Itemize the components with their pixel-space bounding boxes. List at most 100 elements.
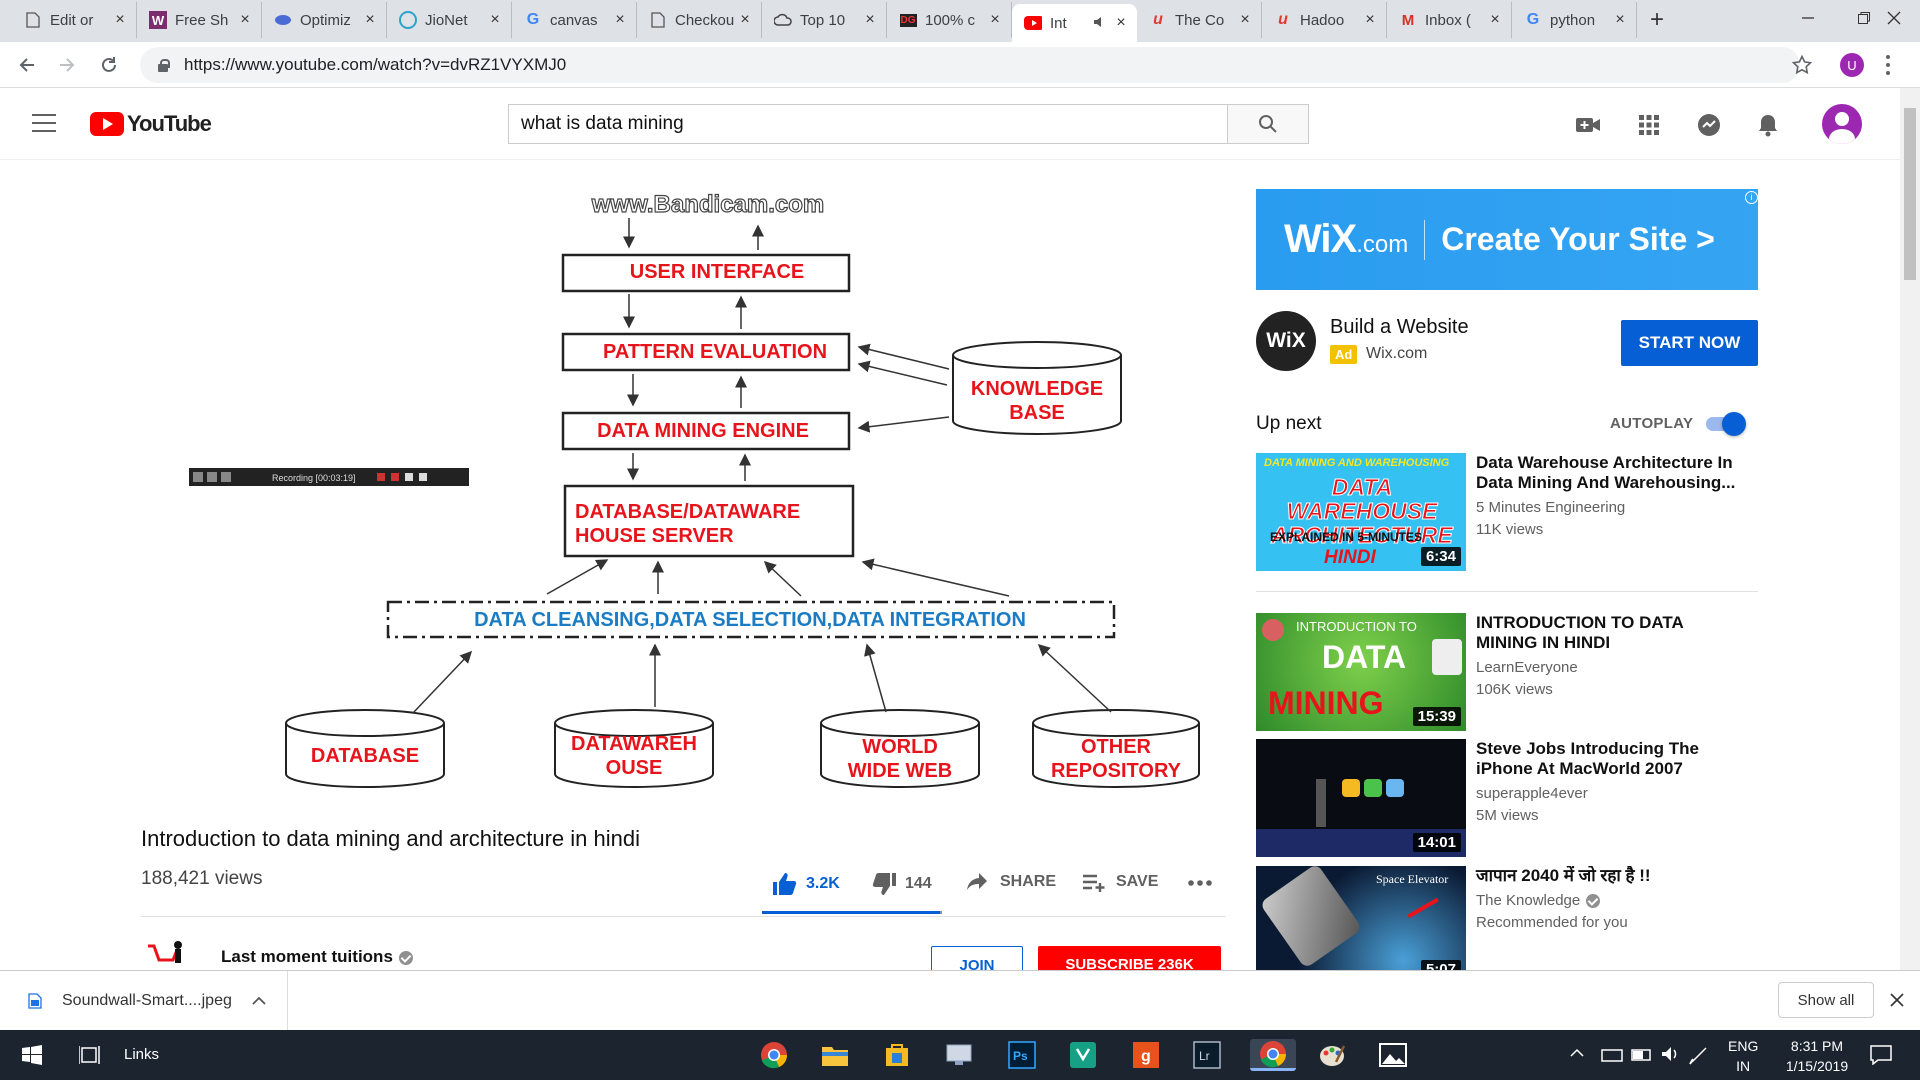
browser-tab[interactable]: Checkou × <box>637 2 762 38</box>
video-thumbnail[interactable]: INTRODUCTION TO DATA MINING 15:39 <box>1256 613 1466 731</box>
browser-tab[interactable]: M Inbox (× <box>1387 2 1512 38</box>
share-button[interactable]: SHARE <box>966 872 1056 892</box>
video-player[interactable]: www.Bandicam.com USER INTERFACE PATTERN … <box>141 172 1226 796</box>
browser-tab[interactable]: Optimiz × <box>262 2 387 38</box>
scrollbar-thumb[interactable] <box>1904 108 1916 280</box>
photoshop-icon[interactable]: Ps <box>1006 1039 1038 1071</box>
rec-title[interactable]: जापान 2040 में जो रहा है !! <box>1476 866 1746 886</box>
video-thumbnail[interactable]: Space Elevator 5:07 <box>1256 866 1466 970</box>
create-video-icon[interactable] <box>1573 110 1603 140</box>
task-view-icon[interactable] <box>74 1039 106 1071</box>
ad-title[interactable]: Build a Website <box>1330 316 1469 339</box>
search-input[interactable]: what is data mining <box>508 104 1228 144</box>
close-tab-icon[interactable]: × <box>112 11 128 29</box>
close-tab-icon[interactable]: × <box>862 11 878 29</box>
messages-icon[interactable] <box>1694 110 1724 140</box>
autoplay-toggle[interactable] <box>1706 412 1746 436</box>
recommended-video[interactable]: DATA MINING AND WAREHOUSING DATA WAREHOU… <box>1256 453 1758 571</box>
close-tab-icon[interactable]: × <box>612 11 628 29</box>
apps-grid-icon[interactable] <box>1634 110 1664 140</box>
chrome-active-taskbar-icon[interactable] <box>1250 1039 1296 1071</box>
hamburger-menu-icon[interactable] <box>32 114 56 132</box>
close-tab-icon[interactable]: × <box>362 11 378 29</box>
close-tab-icon[interactable]: × <box>1237 11 1253 29</box>
youtube-logo[interactable]: YouTube <box>90 111 212 136</box>
close-shelf-icon[interactable] <box>1890 993 1904 1012</box>
close-tab-icon[interactable]: × <box>987 11 1003 29</box>
minimize-button[interactable] <box>1780 0 1836 36</box>
search-button[interactable] <box>1227 104 1309 144</box>
browser-tab[interactable]: Gcanvas × <box>512 2 637 38</box>
clock[interactable]: 8:31 PM 1/15/2019 <box>1772 1036 1862 1076</box>
links-toolbar[interactable]: Links <box>124 1046 159 1063</box>
windows-start-icon[interactable] <box>16 1039 48 1071</box>
rec-title[interactable]: Data Warehouse Architecture In Data Mini… <box>1476 453 1746 493</box>
start-now-button[interactable]: START NOW <box>1621 320 1758 366</box>
action-center-icon[interactable] <box>1870 1045 1892 1068</box>
app-green-icon[interactable] <box>1067 1039 1099 1071</box>
recommended-video[interactable]: INTRODUCTION TO DATA MINING 15:39 INTROD… <box>1256 613 1758 731</box>
browser-tab[interactable]: u Hadoo × <box>1262 2 1387 38</box>
close-tab-icon[interactable]: × <box>737 11 753 29</box>
video-thumbnail[interactable]: DATA MINING AND WAREHOUSING DATA WAREHOU… <box>1256 453 1466 571</box>
bookmark-star-icon[interactable] <box>1787 50 1817 80</box>
profile-avatar[interactable]: U <box>1840 53 1864 77</box>
recommended-video[interactable]: 14:01 Steve Jobs Introducing The iPhone … <box>1256 739 1758 857</box>
close-tab-icon[interactable]: × <box>1113 14 1129 32</box>
reload-icon[interactable] <box>94 50 124 80</box>
back-icon[interactable] <box>12 50 42 80</box>
ad-banner[interactable]: WiX .com Create Your Site > <box>1256 189 1758 290</box>
close-tab-icon[interactable]: × <box>1612 11 1628 29</box>
browser-tab[interactable]: Top 10 × <box>762 2 887 38</box>
store-icon[interactable] <box>881 1039 913 1071</box>
ad-info-icon[interactable]: i <box>1745 191 1758 204</box>
notifications-bell-icon[interactable] <box>1753 110 1783 140</box>
channel-name[interactable]: Last moment tuitions <box>221 947 413 967</box>
like-button[interactable]: 3.2K <box>772 872 840 896</box>
file-explorer-icon[interactable] <box>819 1039 851 1071</box>
chrome-taskbar-icon[interactable] <box>758 1039 790 1071</box>
ad-logo[interactable]: WiX <box>1256 311 1316 371</box>
video-thumbnail[interactable]: 14:01 <box>1256 739 1466 857</box>
browser-tab[interactable]: Int × <box>1012 4 1137 42</box>
rec-title[interactable]: Steve Jobs Introducing The iPhone At Mac… <box>1476 739 1746 779</box>
lightroom-icon[interactable]: Lr <box>1191 1039 1223 1071</box>
download-item[interactable]: Soundwall-Smart....jpeg <box>0 971 288 1031</box>
account-avatar[interactable] <box>1822 104 1862 144</box>
tray-icons[interactable] <box>1600 1042 1710 1069</box>
new-tab-button[interactable]: + <box>1637 2 1677 38</box>
close-tab-icon[interactable]: × <box>237 11 253 29</box>
save-button[interactable]: SAVE <box>1082 872 1158 892</box>
tab-strip: Edit or × W Free Sh × Optimiz × JioNet × Gcanvas ×… <box>0 0 1920 42</box>
url-bar[interactable]: https://www.youtube.com/watch?v=dvRZ1VYX… <box>140 47 1800 83</box>
forward-icon[interactable] <box>52 50 82 80</box>
thumb-caption-lang: HINDI <box>1324 547 1376 568</box>
remote-desktop-icon[interactable] <box>943 1039 975 1071</box>
browser-tab[interactable]: Gpython × <box>1512 2 1637 38</box>
input-language[interactable]: ENG IN <box>1728 1036 1758 1076</box>
close-tab-icon[interactable]: × <box>1487 11 1503 29</box>
rec-title[interactable]: INTRODUCTION TO DATA MINING IN HINDI <box>1476 613 1746 653</box>
close-tab-icon[interactable]: × <box>1362 11 1378 29</box>
tray-chevron-icon[interactable] <box>1570 1044 1584 1060</box>
app-g-icon[interactable]: g <box>1130 1039 1162 1071</box>
browser-tab[interactable]: Edit or × <box>12 2 137 38</box>
photos-icon[interactable] <box>1377 1039 1409 1071</box>
more-actions-icon[interactable] <box>1188 880 1212 886</box>
browser-tab[interactable]: JioNet × <box>387 2 512 38</box>
browser-tab[interactable]: W Free Sh × <box>137 2 262 38</box>
thumb-caption-sub: EXPLAINED IN 5-MINUTES <box>1270 530 1423 544</box>
close-tab-icon[interactable]: × <box>487 11 503 29</box>
channel-avatar[interactable] <box>144 940 186 970</box>
dislike-button[interactable]: 144 <box>871 872 932 896</box>
paint-icon[interactable] <box>1316 1039 1348 1071</box>
browser-tab[interactable]: DG 100% c × <box>887 2 1012 38</box>
recommended-video[interactable]: Space Elevator 5:07 जापान 2040 में जो रह… <box>1256 866 1758 970</box>
browser-tab[interactable]: u The Co × <box>1137 2 1262 38</box>
thumb-caption-sub: MINING <box>1268 685 1384 721</box>
recording-label: Recording [00:03:19] <box>272 473 356 483</box>
close-window-button[interactable] <box>1868 0 1920 36</box>
chevron-up-icon[interactable] <box>252 996 266 1006</box>
menu-kebab-icon[interactable] <box>1886 55 1890 75</box>
show-all-button[interactable]: Show all <box>1778 982 1874 1018</box>
